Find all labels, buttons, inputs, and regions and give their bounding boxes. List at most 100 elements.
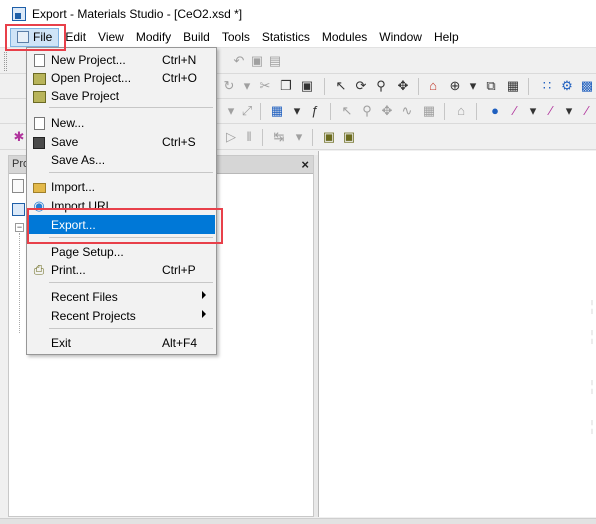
edge-marker <box>591 330 594 344</box>
menu-separator <box>49 282 213 283</box>
close-icon[interactable]: × <box>301 156 309 174</box>
grid-lines-icon[interactable]: ▦ <box>420 102 438 120</box>
menu-build[interactable]: Build <box>177 28 216 47</box>
menu-view[interactable]: View <box>92 28 130 47</box>
menu-tools[interactable]: Tools <box>216 28 256 47</box>
zoom-icon[interactable]: ⚲ <box>358 102 376 120</box>
menu-modify[interactable]: Modify <box>130 28 177 47</box>
menu-item-page-setup[interactable]: Page Setup... <box>28 242 215 261</box>
toolbar-separator <box>444 103 445 120</box>
chevron-down-icon[interactable]: ▾ <box>524 102 542 120</box>
new-file-icon <box>31 115 47 131</box>
spectrum-icon[interactable]: ∿ <box>398 102 416 120</box>
document-area[interactable] <box>318 151 596 517</box>
menu-statistics[interactable]: Statistics <box>256 28 316 47</box>
menu-modules[interactable]: Modules <box>316 28 373 47</box>
toolbar-separator <box>262 129 263 146</box>
menu-item-recent-files[interactable]: Recent Files <box>28 287 215 306</box>
menu-item-shortcut: Ctrl+P <box>162 263 196 277</box>
menu-item-import[interactable]: Import... <box>28 177 215 196</box>
grid-icon[interactable]: ▦ <box>268 102 286 120</box>
materials-studio-window: Export - Materials Studio - [CeO2.xsd *]… <box>0 0 596 524</box>
cut-icon[interactable]: ✂ <box>256 77 274 95</box>
chevron-down-icon[interactable]: ▾ <box>290 128 308 146</box>
translate-icon[interactable]: ✥ <box>394 77 412 95</box>
menu-item-shortcut: Alt+F4 <box>162 336 198 350</box>
toolbar-separator <box>528 78 529 95</box>
status-bar <box>0 518 596 524</box>
tree-expander[interactable]: − <box>15 223 24 232</box>
tree-connector <box>19 233 20 333</box>
menu-item-label: Save <box>51 135 79 149</box>
window-title: Export - Materials Studio - [CeO2.xsd *] <box>32 6 243 21</box>
menu-item-new-project[interactable]: New Project... Ctrl+N <box>28 50 215 69</box>
target-icon[interactable]: ⊕ <box>446 77 464 95</box>
dropdown-arrow-icon[interactable]: ▾ <box>238 77 256 95</box>
menu-item-save-project[interactable]: Save Project <box>28 86 215 105</box>
open-project-icon <box>31 70 47 85</box>
bond-type-icon[interactable]: ∕ <box>542 102 560 120</box>
display-style-icon[interactable]: ▦ <box>504 77 522 95</box>
chevron-down-icon[interactable]: ▾ <box>560 102 578 120</box>
sketch-ring-icon[interactable]: ∕ <box>578 102 596 120</box>
zoom-icon[interactable]: ⚲ <box>372 77 390 95</box>
annotation-box-file <box>5 24 66 51</box>
project-files-icon[interactable]: ▣ <box>340 128 358 146</box>
menu-item-save-as[interactable]: Save As... <box>28 150 215 169</box>
add-atom-icon[interactable]: ● <box>486 102 504 120</box>
menu-item-recent-projects[interactable]: Recent Projects <box>28 306 215 325</box>
menu-item-save[interactable]: Save Ctrl+S <box>28 132 215 151</box>
submenu-arrow-icon <box>202 291 206 299</box>
function-icon[interactable]: ƒ <box>306 102 324 120</box>
paste-icon[interactable]: ▣ <box>298 77 316 95</box>
lattice-icon[interactable]: ∷ <box>538 77 556 95</box>
project-folder-icon[interactable]: ▣ <box>320 128 338 146</box>
pause-icon[interactable]: ‖ <box>240 128 258 146</box>
undo-icon[interactable]: ↶ <box>230 52 248 70</box>
crystal-icon[interactable]: ▩ <box>578 77 596 95</box>
select-arrow-icon[interactable]: ↖ <box>338 102 356 120</box>
toolbar-grip[interactable] <box>4 52 7 71</box>
home-icon[interactable]: ⌂ <box>424 77 442 95</box>
redo-icon[interactable]: ↻ <box>220 77 238 95</box>
toolbar-separator <box>476 103 477 120</box>
chevron-down-icon[interactable]: ▾ <box>288 102 306 120</box>
menu-item-label: Save Project <box>51 89 120 103</box>
bond-icon[interactable]: ∕ <box>506 102 524 120</box>
chevron-down-icon[interactable]: ▾ <box>464 77 482 95</box>
chart-icon[interactable]: ⤢ <box>238 102 256 120</box>
edge-marker <box>591 300 594 314</box>
menu-item-shortcut: Ctrl+N <box>162 53 197 67</box>
fit-view-icon[interactable]: ⧉ <box>482 77 500 95</box>
menu-item-exit[interactable]: Exit Alt+F4 <box>28 333 215 352</box>
toolbar-separator <box>324 78 325 95</box>
materials-studio-app-icon <box>12 6 26 21</box>
menu-item-print[interactable]: ⎙ Print... Ctrl+P <box>28 260 215 279</box>
home-icon[interactable]: ⌂ <box>452 102 470 120</box>
menu-window[interactable]: Window <box>373 28 428 47</box>
new-document-icon[interactable] <box>12 179 24 193</box>
copy-icon[interactable]: ❐ <box>277 77 295 95</box>
toolbar-separator <box>418 78 419 95</box>
menu-item-shortcut: Ctrl+O <box>162 71 198 85</box>
lock-icon[interactable]: ▣ <box>248 52 266 70</box>
sequence-icon[interactable]: ↹ <box>270 128 288 146</box>
annotation-box-export <box>27 208 223 244</box>
project-root-icon[interactable] <box>12 203 25 216</box>
menu-item-label: Exit <box>51 336 72 350</box>
menu-help[interactable]: Help <box>428 28 465 47</box>
file-menu-dropdown: New Project... Ctrl+N Open Project... Ct… <box>26 47 217 355</box>
menu-item-label: Recent Projects <box>51 309 136 323</box>
edge-marker <box>591 420 594 434</box>
menu-separator <box>49 328 213 329</box>
menu-item-open-project[interactable]: Open Project... Ctrl+O <box>28 68 215 87</box>
play-icon[interactable]: ▷ <box>222 128 240 146</box>
translate-icon[interactable]: ✥ <box>378 102 396 120</box>
symmetry-icon[interactable]: ⚙ <box>558 77 576 95</box>
menu-item-new[interactable]: New... <box>28 113 215 132</box>
menu-item-label: Print... <box>51 263 86 277</box>
clipboard-icon[interactable]: ▤ <box>266 52 284 70</box>
rotate-icon[interactable]: ⟳ <box>352 77 370 95</box>
select-arrow-icon[interactable]: ↖ <box>332 77 350 95</box>
menu-item-label: Import... <box>51 180 96 194</box>
